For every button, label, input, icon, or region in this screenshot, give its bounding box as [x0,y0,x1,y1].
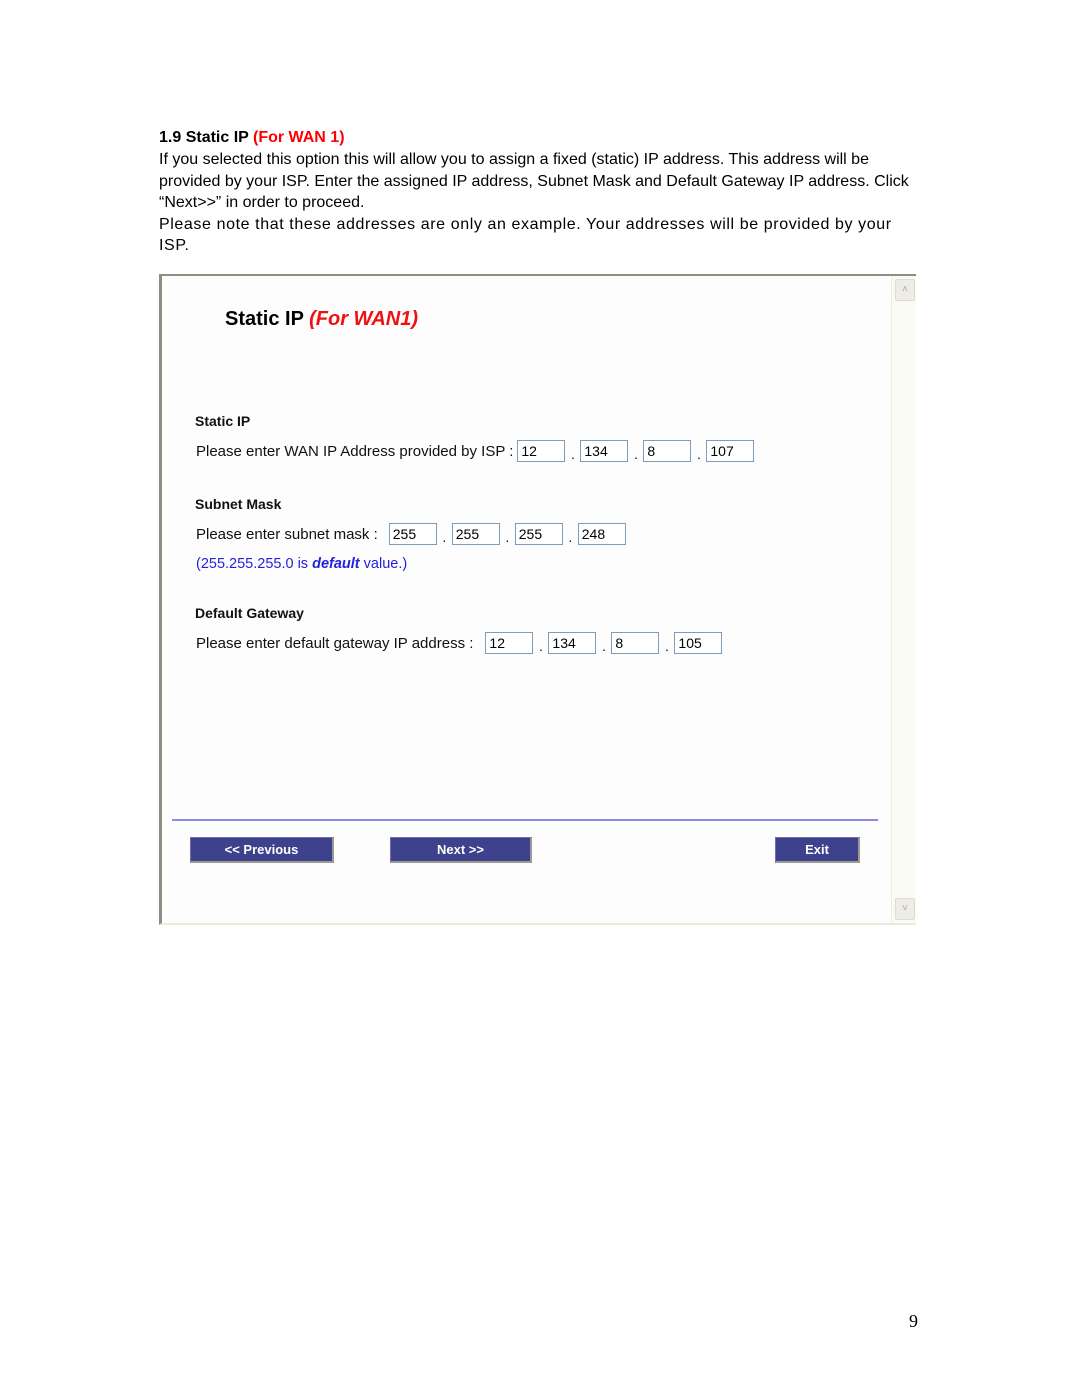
button-divider [172,819,878,821]
hint-emphasis: default [312,556,360,572]
section-description: If you selected this option this will al… [159,149,919,257]
subnet-mask-octet-2[interactable] [451,523,500,545]
screenshot-frame: Static IP (For WAN1) Static IP Please en… [159,274,916,925]
section-heading: 1.9 Static IP (For WAN 1) [159,128,345,147]
octet-separator: . [505,529,510,545]
exit-button[interactable]: Exit [775,837,860,863]
previous-button[interactable]: << Previous [190,837,334,863]
default-gateway-row: Please enter default gateway IP address … [196,631,723,655]
subnet-mask-octet-4[interactable] [577,523,626,545]
static-ip-prompt: Please enter WAN IP Address provided by … [196,442,514,460]
subnet-mask-octet-1[interactable] [388,523,437,545]
subnet-mask-octet-3[interactable] [514,523,563,545]
default-gateway-label: Default Gateway [195,605,304,621]
next-button[interactable]: Next >> [390,837,532,863]
description-paragraph-1: If you selected this option this will al… [159,151,909,211]
section-heading-highlight: (For WAN 1) [252,129,345,146]
vertical-scrollbar[interactable]: ˄ ˅ [891,276,916,923]
octet-separator: . [570,446,575,462]
default-gateway-prompt: Please enter default gateway IP address … [196,634,474,652]
gateway-octet-1[interactable] [485,632,534,654]
hint-suffix: value.) [359,556,408,572]
page-number: 9 [909,1311,918,1331]
octet-separator: . [442,529,447,545]
wizard-title: Static IP (For WAN1) [225,308,418,331]
octet-separator: . [664,638,669,654]
subnet-mask-label: Subnet Mask [195,496,282,512]
scroll-up-icon[interactable]: ˄ [895,279,915,301]
subnet-mask-prompt: Please enter subnet mask : [196,525,378,543]
wan-ip-octet-1[interactable] [517,440,566,462]
gateway-octet-2[interactable] [548,632,597,654]
subnet-mask-default-hint: (255.255.255.0 is default value.) [196,556,407,572]
octet-separator: . [696,446,701,462]
static-ip-label: Static IP [195,413,251,429]
section-heading-text: 1.9 Static IP [159,129,253,146]
subnet-mask-row: Please enter subnet mask : . . . [196,522,626,546]
description-paragraph-2: Please note that these addresses are onl… [159,215,892,255]
octet-separator: . [633,446,638,462]
scroll-down-icon[interactable]: ˅ [895,898,915,920]
wan-ip-octet-2[interactable] [580,440,629,462]
wizard-title-text: Static IP [225,308,310,330]
wan-ip-octet-4[interactable] [706,440,755,462]
wizard-title-highlight: (For WAN1) [309,308,419,330]
gateway-octet-3[interactable] [611,632,660,654]
octet-separator: . [568,529,573,545]
gateway-octet-4[interactable] [674,632,723,654]
octet-separator: . [538,638,543,654]
wan-ip-octet-3[interactable] [643,440,692,462]
octet-separator: . [601,638,606,654]
static-ip-row: Please enter WAN IP Address provided by … [196,439,755,463]
hint-prefix: (255.255.255.0 is [196,556,313,572]
